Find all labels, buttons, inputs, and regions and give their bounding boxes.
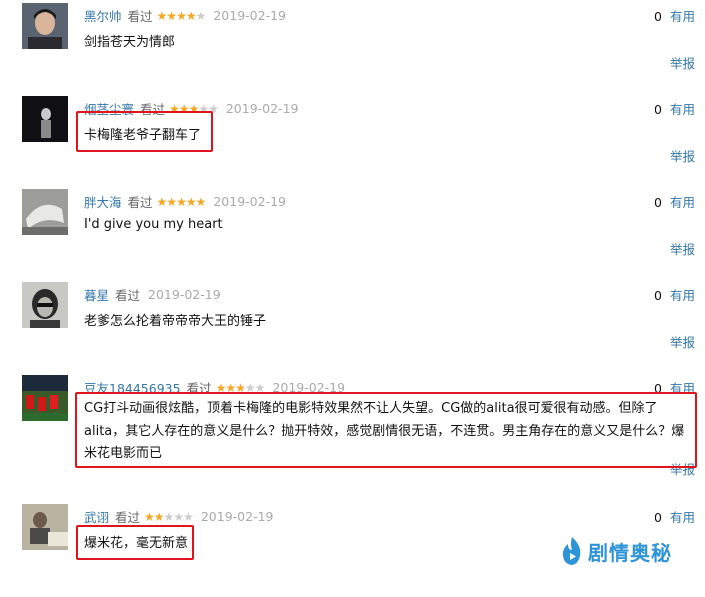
star-empty-icon: ★ <box>195 8 207 23</box>
avatar-image <box>22 189 68 235</box>
comment-text: 剑指苍天为情郎 <box>84 35 176 50</box>
watched-label: 看过 <box>115 288 141 303</box>
star-filled-icon: ★ <box>195 194 207 209</box>
watermark-text: 剧情奥秘 <box>588 540 672 565</box>
star-filled-icon: ★ <box>156 194 168 209</box>
report-link[interactable]: 举报 <box>670 332 695 351</box>
watermark: 剧情奥秘 <box>560 536 672 566</box>
vote-area: 0 有用 <box>654 192 695 211</box>
comment-meta: 暮星 看过 2019-02-19 <box>84 285 221 304</box>
watched-label: 看过 <box>127 195 153 210</box>
avatar-image <box>22 504 68 550</box>
avatar-image <box>22 282 68 328</box>
avatar[interactable] <box>22 282 68 328</box>
useful-button[interactable]: 有用 <box>670 288 695 303</box>
star-filled-icon: ★ <box>144 509 155 524</box>
report-link[interactable]: 举报 <box>670 239 695 258</box>
comment-date: 2019-02-19 <box>148 287 221 302</box>
star-filled-icon: ★ <box>185 8 197 23</box>
avatar-image <box>22 3 68 49</box>
username-link[interactable]: 武诩 <box>84 507 109 526</box>
useful-button[interactable]: 有用 <box>670 510 695 525</box>
useful-button[interactable]: 有用 <box>670 195 695 210</box>
star-filled-icon: ★ <box>153 509 165 524</box>
star-empty-icon: ★ <box>163 509 175 524</box>
username-link[interactable]: 黑尔帅 <box>84 6 122 25</box>
useful-button[interactable]: 有用 <box>670 102 695 117</box>
star-filled-icon: ★ <box>166 194 177 209</box>
star-filled-icon: ★ <box>176 194 187 209</box>
useful-button[interactable]: 有用 <box>670 9 695 24</box>
comment-item: 黑尔帅 看过 ★★★★★ 2019-02-19 0 有用 剑指苍天为情郎 举报 <box>0 3 705 96</box>
comment-item: 暮星 看过 2019-02-19 0 有用 老爹怎么抡着帝帝帝大王的锤子 举报 <box>0 282 705 375</box>
report-link[interactable]: 举报 <box>670 146 695 165</box>
vote-count: 0 <box>654 288 662 303</box>
report-link[interactable]: 举报 <box>670 53 695 72</box>
highlight-box <box>75 392 697 468</box>
comment-item: 胖大海 看过 ★★★★★ 2019-02-19 0 有用 I'd give you… <box>0 189 705 282</box>
comment-meta: 黑尔帅 看过 ★★★★★ 2019-02-19 <box>84 6 286 25</box>
avatar[interactable] <box>22 504 68 550</box>
star-empty-icon: ★ <box>173 509 184 524</box>
vote-area: 0 有用 <box>654 99 695 118</box>
avatar[interactable] <box>22 96 68 142</box>
vote-area: 0 有用 <box>654 285 695 304</box>
vote-count: 0 <box>654 195 662 210</box>
star-filled-icon: ★ <box>156 8 168 23</box>
vote-count: 0 <box>654 9 662 24</box>
vote-area: 0 有用 <box>654 6 695 25</box>
highlight-box <box>76 111 213 152</box>
username-link[interactable]: 暮星 <box>84 285 109 304</box>
watched-label: 看过 <box>115 510 141 525</box>
vote-count: 0 <box>654 510 662 525</box>
avatar-image <box>22 375 68 421</box>
username-link[interactable]: 胖大海 <box>84 192 122 211</box>
rating-stars: ★★★★★ <box>144 509 194 524</box>
star-filled-icon: ★ <box>185 194 197 209</box>
comment-date: 2019-02-19 <box>200 509 274 524</box>
comment-text: 老爹怎么抡着帝帝帝大王的锤子 <box>84 314 267 329</box>
star-empty-icon: ★ <box>183 509 194 524</box>
highlight-box <box>76 525 194 560</box>
avatar[interactable] <box>22 3 68 49</box>
star-filled-icon: ★ <box>176 8 187 23</box>
vote-count: 0 <box>654 102 662 117</box>
avatar[interactable] <box>22 375 68 421</box>
avatar[interactable] <box>22 189 68 235</box>
comment-meta: 武诩 看过 ★★★★★ 2019-02-19 <box>84 507 274 526</box>
comment-text: I'd give you my heart <box>84 217 223 232</box>
comment-date: 2019-02-19 <box>225 101 299 116</box>
star-filled-icon: ★ <box>166 8 177 23</box>
comment-date: 2019-02-19 <box>213 194 287 209</box>
vote-area: 0 有用 <box>654 507 695 526</box>
flame-play-icon <box>562 537 581 565</box>
rating-stars: ★★★★★ <box>156 194 207 209</box>
watched-label: 看过 <box>127 9 153 24</box>
rating-stars: ★★★★★ <box>156 8 207 23</box>
comment-meta: 胖大海 看过 ★★★★★ 2019-02-19 <box>84 192 286 211</box>
avatar-image <box>22 96 68 142</box>
comment-date: 2019-02-19 <box>213 8 287 23</box>
